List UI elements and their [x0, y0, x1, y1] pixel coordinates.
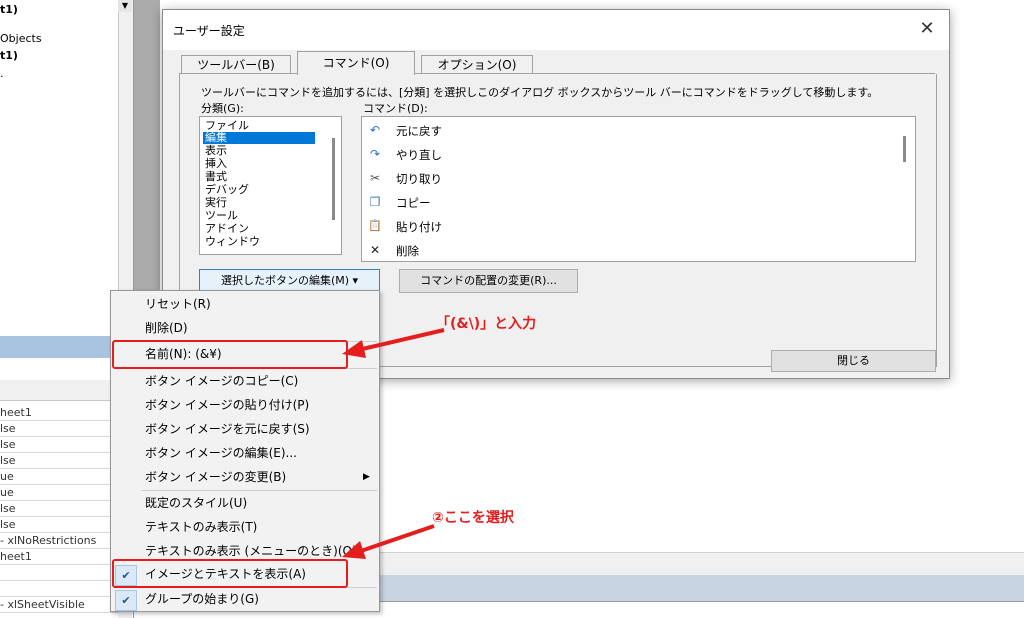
- list-item[interactable]: デバッグ: [205, 184, 249, 196]
- menu-item-reset-image[interactable]: ボタン イメージを元に戻す(S): [111, 418, 379, 441]
- annotation-input-note: 「(&\)」と入力: [436, 316, 537, 332]
- copy-icon: ❐: [369, 195, 381, 209]
- tab-commands[interactable]: コマンド(O): [297, 51, 415, 75]
- list-item[interactable]: 実行: [205, 197, 227, 209]
- category-list[interactable]: ファイル 編集 表示 挿入 書式 デバッグ 実行 ツール アドイン ウィンドウ: [199, 116, 342, 255]
- scroll-down-arrow-icon[interactable]: ▼: [118, 0, 132, 12]
- highlight-image-text-item: [112, 559, 348, 588]
- tree-item[interactable]: .: [0, 66, 4, 82]
- property-row[interactable]: lse: [0, 437, 118, 453]
- property-row[interactable]: lse: [0, 501, 118, 517]
- annotation-arrow-icon: [342, 524, 435, 559]
- property-row[interactable]: [0, 565, 118, 581]
- list-item[interactable]: ウィンドウ: [205, 236, 260, 248]
- menu-item-label: 削除(D): [145, 321, 188, 335]
- menu-item-reset[interactable]: リセット(R): [111, 293, 379, 316]
- dialog-title-bar[interactable]: [163, 10, 949, 50]
- command-label: コピー: [396, 196, 431, 210]
- code-window-scrollbar[interactable]: [380, 552, 1024, 575]
- annotation-select-note: ②ここを選択: [432, 510, 514, 526]
- menu-item-text-only[interactable]: テキストのみ表示(T): [111, 516, 379, 539]
- list-item[interactable]: 表示: [205, 145, 227, 157]
- menu-item-copy-image[interactable]: ボタン イメージのコピー(C): [111, 370, 379, 393]
- command-row[interactable]: 📋 貼り付け: [362, 215, 892, 239]
- properties-title-bar: [0, 336, 118, 358]
- tree-item[interactable]: t1): [0, 48, 18, 64]
- property-row[interactable]: [0, 581, 118, 597]
- tab-toolbars[interactable]: ツールバー(B): [181, 55, 291, 74]
- tab-options[interactable]: オプション(O): [421, 55, 533, 74]
- annotation-arrow-icon: [342, 328, 445, 358]
- command-row[interactable]: ✕ 削除: [362, 239, 892, 263]
- menu-separator: [141, 490, 377, 491]
- command-label: やり直し: [396, 148, 442, 162]
- highlight-name-item: [112, 340, 348, 369]
- undo-icon: ↶: [369, 123, 381, 137]
- property-row[interactable]: lse: [0, 421, 118, 437]
- property-row[interactable]: ue: [0, 469, 118, 485]
- command-label: 切り取り: [396, 172, 442, 186]
- property-row[interactable]: ue: [0, 485, 118, 501]
- list-item[interactable]: 書式: [205, 171, 227, 183]
- tree-scrollbar[interactable]: [118, 0, 133, 330]
- menu-item-edit-image[interactable]: ボタン イメージの編集(E)...: [111, 442, 379, 465]
- code-window-margin: [134, 0, 160, 290]
- command-label: 削除: [396, 244, 419, 258]
- submenu-arrow-icon: ▶: [363, 472, 370, 482]
- category-scroll-thumb[interactable]: [332, 138, 335, 220]
- property-row[interactable]: heet1: [0, 405, 118, 421]
- scissors-icon: ✂: [369, 171, 381, 185]
- menu-item-label: ボタン イメージの貼り付け(P): [145, 398, 310, 412]
- menu-item-default-style[interactable]: 既定のスタイル(U): [111, 492, 379, 515]
- menu-item-begin-group[interactable]: ✔ グループの始まり(G): [111, 588, 379, 611]
- project-tree[interactable]: t1) Objects t1) .: [0, 0, 119, 330]
- property-row[interactable]: lse: [0, 517, 118, 533]
- menu-item-paste-image[interactable]: ボタン イメージの貼り付け(P): [111, 394, 379, 417]
- instruction-text: ツールバーにコマンドを追加するには、[分類] を選択しこのダイアログ ボックスか…: [201, 86, 879, 99]
- property-row[interactable]: - xlNoRestrictions: [0, 533, 118, 549]
- property-row[interactable]: - xlSheetVisible: [0, 597, 118, 613]
- menu-item-label: ボタン イメージの編集(E)...: [145, 446, 297, 460]
- tree-item[interactable]: Objects: [0, 31, 42, 47]
- list-item[interactable]: ツール: [205, 210, 238, 222]
- list-item-selected[interactable]: 編集: [203, 132, 315, 144]
- menu-item-label: リセット(R): [145, 297, 211, 311]
- dialog-title: ユーザー設定: [173, 24, 245, 38]
- list-item[interactable]: アドイン: [205, 223, 249, 235]
- command-row[interactable]: ↷ やり直し: [362, 143, 892, 167]
- paste-icon: 📋: [368, 219, 382, 232]
- close-button[interactable]: 閉じる: [771, 350, 936, 372]
- menu-item-delete[interactable]: 削除(D): [111, 317, 379, 340]
- command-row[interactable]: ✂ 切り取り: [362, 167, 892, 191]
- menu-item-label: ボタン イメージのコピー(C): [145, 374, 299, 388]
- check-icon: ✔: [115, 590, 137, 611]
- command-label: 元に戻す: [396, 124, 442, 138]
- menu-item-label: テキストのみ表示(T): [145, 520, 258, 534]
- menu-item-change-image[interactable]: ボタン イメージの変更(B) ▶: [111, 466, 379, 489]
- property-row[interactable]: heet1: [0, 549, 118, 565]
- property-row[interactable]: lse: [0, 453, 118, 469]
- menu-item-label: 既定のスタイル(U): [145, 496, 248, 510]
- menu-item-label: グループの始まり(G): [145, 592, 259, 606]
- properties-grid[interactable]: heet1 lse lse lse ue ue lse lse - xlNoRe…: [0, 405, 118, 618]
- command-row[interactable]: ❐ コピー: [362, 191, 892, 215]
- rearrange-commands-button[interactable]: コマンドの配置の変更(R)...: [399, 269, 578, 293]
- close-icon[interactable]: ✕: [915, 18, 939, 40]
- list-item[interactable]: 挿入: [205, 158, 227, 170]
- menu-item-label: ボタン イメージの変更(B): [145, 470, 287, 484]
- command-list[interactable]: ↶ 元に戻す ↷ やり直し ✂ 切り取り ❐ コピー 📋 貼り付け ✕ 削除: [361, 116, 916, 262]
- tree-item[interactable]: t1): [0, 2, 18, 18]
- delete-icon: ✕: [369, 243, 381, 257]
- category-label: 分類(G):: [201, 102, 244, 115]
- command-label: コマンド(D):: [363, 102, 428, 115]
- command-label: 貼り付け: [396, 220, 442, 234]
- properties-object-combo[interactable]: [0, 380, 118, 401]
- redo-icon: ↷: [369, 147, 381, 161]
- menu-item-label: ボタン イメージを元に戻す(S): [145, 422, 310, 436]
- command-row[interactable]: ↶ 元に戻す: [362, 119, 892, 143]
- immediate-window-title: [380, 575, 1024, 601]
- command-scroll-thumb[interactable]: [903, 136, 906, 162]
